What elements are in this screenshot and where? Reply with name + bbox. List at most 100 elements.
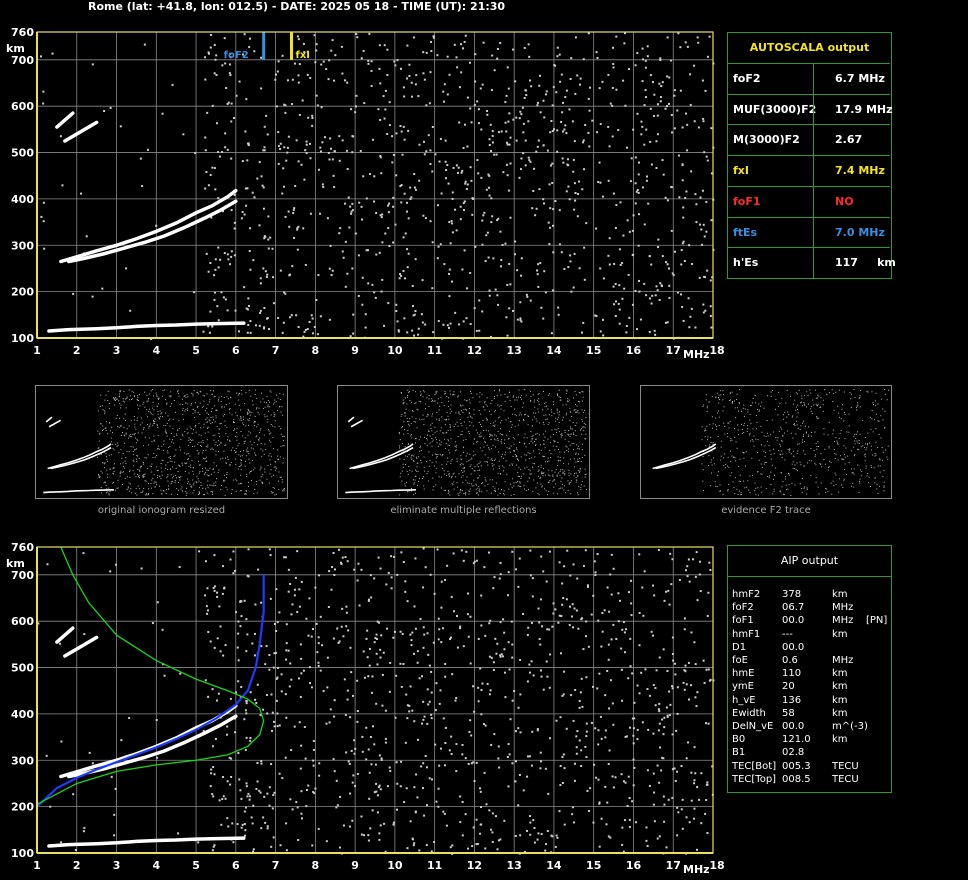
noise-dot (554, 608, 557, 611)
thumbnail-noise-dot (508, 448, 510, 450)
thumbnail-noise-dot (435, 472, 437, 474)
noise-dot (208, 331, 211, 334)
thumbnail-noise-dot (405, 455, 407, 457)
thumbnail-noise-dot (480, 432, 482, 434)
noise-dot (235, 611, 238, 614)
noise-dot (661, 81, 664, 84)
noise-dot (679, 46, 682, 49)
thumbnail-noise-dot (427, 480, 429, 482)
thumbnail-noise-dot (129, 471, 131, 473)
thumbnail-noise-dot (789, 449, 791, 451)
noise-dot (497, 131, 500, 134)
thumbnail-noise-dot (270, 414, 272, 416)
thumbnail-noise-dot (441, 467, 443, 469)
noise-dot (702, 223, 705, 226)
noise-dot (417, 333, 420, 336)
noise-dot (688, 580, 691, 583)
thumbnail-noise-dot (426, 444, 428, 446)
noise-dot (625, 331, 628, 334)
thumbnail-noise-dot (851, 485, 853, 487)
thumbnail-noise-dot (743, 404, 745, 406)
noise-dot (448, 326, 451, 329)
thumbnail-noise-dot (477, 487, 479, 489)
noise-dot (366, 656, 369, 659)
thumbnail-noise-dot (579, 457, 581, 459)
thumbnail-noise-dot (138, 457, 140, 459)
thumbnail-noise-dot (107, 433, 109, 435)
noise-dot (237, 751, 240, 754)
noise-dot (539, 598, 542, 601)
autoscala-title: AUTOSCALA output (749, 41, 870, 54)
thumbnail-noise-dot (458, 395, 460, 397)
thumbnail-noise-dot (802, 441, 804, 443)
thumbnail-noise-dot (238, 442, 240, 444)
noise-dot (634, 182, 637, 185)
thumbnail-noise-dot (153, 421, 155, 423)
noise-dot (624, 104, 627, 107)
thumbnail-noise-dot (717, 475, 719, 477)
noise-dot (213, 43, 216, 46)
thumbnail-noise-dot (543, 443, 545, 445)
noise-dot (635, 328, 638, 331)
noise-dot (391, 161, 394, 164)
thumbnail-noise-dot (169, 418, 171, 420)
thumbnail-noise-dot (187, 481, 189, 483)
thumbnail-noise-dot (100, 486, 102, 488)
noise-dot (709, 314, 712, 317)
thumbnail-noise-dot (126, 488, 128, 490)
thumbnail-noise-dot (468, 460, 470, 462)
thumbnail-noise-dot (475, 488, 477, 490)
thumbnail-noise-dot (766, 440, 768, 442)
thumbnail-noise-dot (195, 424, 197, 426)
thumbnail-noise-dot (222, 415, 224, 417)
thumbnail-noise-dot (128, 435, 130, 437)
noise-dot (491, 141, 494, 144)
thumbnail-noise-dot (425, 403, 427, 405)
noise-dot (319, 315, 322, 318)
noise-dot (683, 688, 686, 691)
noise-dot (209, 310, 212, 313)
thumbnail-noise-dot (459, 464, 461, 466)
thumbnail-noise-dot (156, 466, 158, 468)
thumbnail-noise-dot (517, 471, 519, 473)
noise-dot (606, 801, 609, 804)
thumbnail-noise-dot (515, 455, 517, 457)
noise-dot (319, 669, 322, 672)
noise-dot (641, 47, 644, 50)
noise-dot (284, 292, 287, 295)
thumbnail-noise-dot (493, 468, 495, 470)
noise-dot (346, 560, 349, 563)
noise-dot (406, 331, 409, 334)
noise-dot (659, 59, 662, 62)
thumbnail-noise-dot (749, 419, 751, 421)
thumbnail-noise-dot (711, 396, 713, 398)
thumbnail-caption-no-multiples: eliminate multiple reflections (390, 505, 537, 516)
thumbnail-noise-dot (493, 464, 495, 466)
noise-dot (573, 140, 576, 143)
noise-dot (558, 243, 561, 246)
thumbnail-noise-dot (102, 409, 104, 411)
noise-dot (467, 847, 470, 850)
noise-dot (445, 168, 448, 171)
noise-dot (300, 812, 303, 815)
thumbnail-noise-dot (484, 479, 486, 481)
noise-dot (546, 829, 549, 832)
thumbnail-noise-dot (168, 395, 170, 397)
noise-dot (522, 789, 525, 792)
thumbnail-noise-dot (142, 403, 144, 405)
noise-dot (605, 823, 608, 826)
thumbnail-noise-dot (408, 423, 410, 425)
thumbnail-noise-dot (255, 436, 257, 438)
thumbnail-noise-dot (773, 490, 775, 492)
thumbnail-noise-dot (816, 448, 818, 450)
noise-dot (209, 174, 212, 177)
thumbnail-noise-dot (185, 396, 187, 398)
noise-dot (245, 204, 248, 207)
noise-dot (514, 760, 517, 763)
noise-dot (429, 220, 432, 223)
noise-dot (395, 761, 398, 764)
noise-dot (612, 786, 615, 789)
thumbnail-noise-dot (841, 408, 843, 410)
thumbnail-noise-dot (560, 436, 562, 438)
noise-dot (582, 141, 585, 144)
